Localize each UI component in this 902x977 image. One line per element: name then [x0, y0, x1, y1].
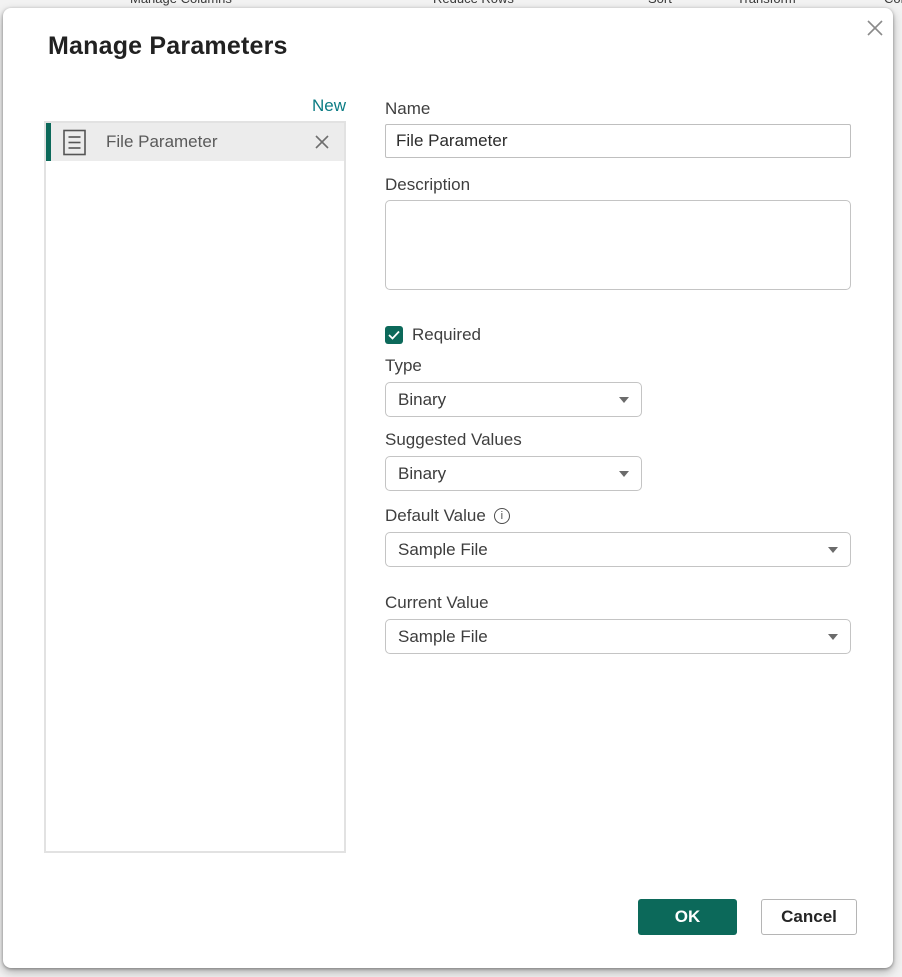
dialog-title: Manage Parameters: [48, 32, 288, 60]
type-value: Binary: [398, 389, 447, 409]
ribbon-group-label: Sort: [648, 0, 672, 6]
ribbon-group-label: Reduce Rows: [433, 0, 514, 6]
chevron-down-icon: [828, 546, 838, 553]
parameter-name-label: File Parameter: [106, 132, 218, 151]
ribbon-group-label: Manage Columns: [130, 0, 232, 6]
chevron-down-icon: [619, 396, 629, 403]
chevron-down-icon: [619, 470, 629, 477]
required-label: Required: [412, 325, 481, 344]
parameter-list-panel: File Parameter: [44, 121, 346, 853]
background-ribbon: Manage Columns Reduce Rows Sort Transfor…: [0, 0, 902, 8]
selection-indicator: [46, 123, 51, 161]
required-row: Required: [385, 325, 851, 345]
cancel-button[interactable]: Cancel: [761, 899, 857, 935]
default-value-value: Sample File: [398, 539, 488, 559]
current-value-value: Sample File: [398, 626, 488, 646]
delete-icon: [315, 135, 329, 149]
description-input[interactable]: [385, 200, 851, 290]
name-label: Name: [385, 99, 431, 118]
ribbon-group-label: Transform: [737, 0, 796, 6]
close-icon: [867, 20, 883, 36]
parameter-icon: [63, 129, 86, 156]
type-dropdown[interactable]: Binary: [385, 382, 642, 417]
current-value-dropdown[interactable]: Sample File: [385, 619, 851, 654]
name-input[interactable]: [385, 124, 851, 158]
default-value-label: Default Value i: [385, 506, 851, 526]
check-icon: [388, 330, 400, 340]
type-label: Type: [385, 356, 422, 375]
close-button[interactable]: [861, 14, 889, 42]
description-label: Description: [385, 175, 471, 194]
delete-parameter-button[interactable]: [312, 132, 332, 152]
suggested-values-label: Suggested Values: [385, 430, 522, 449]
info-icon: i: [493, 508, 510, 524]
manage-parameters-dialog: Manage Parameters New File Parameter Nam…: [3, 8, 893, 968]
current-value-label: Current Value: [385, 593, 489, 612]
chevron-down-icon: [828, 633, 838, 640]
ribbon-group-label: Combine: [884, 0, 902, 6]
ok-button[interactable]: OK: [638, 899, 737, 935]
suggested-values-dropdown[interactable]: Binary: [385, 456, 642, 491]
parameter-list-item[interactable]: File Parameter: [46, 123, 344, 161]
parameter-form: Name Description Required Type Binary Su…: [385, 99, 851, 654]
required-checkbox[interactable]: [385, 326, 403, 344]
default-value-dropdown[interactable]: Sample File: [385, 532, 851, 567]
suggested-values-value: Binary: [398, 463, 447, 483]
new-parameter-link[interactable]: New: [44, 96, 346, 116]
